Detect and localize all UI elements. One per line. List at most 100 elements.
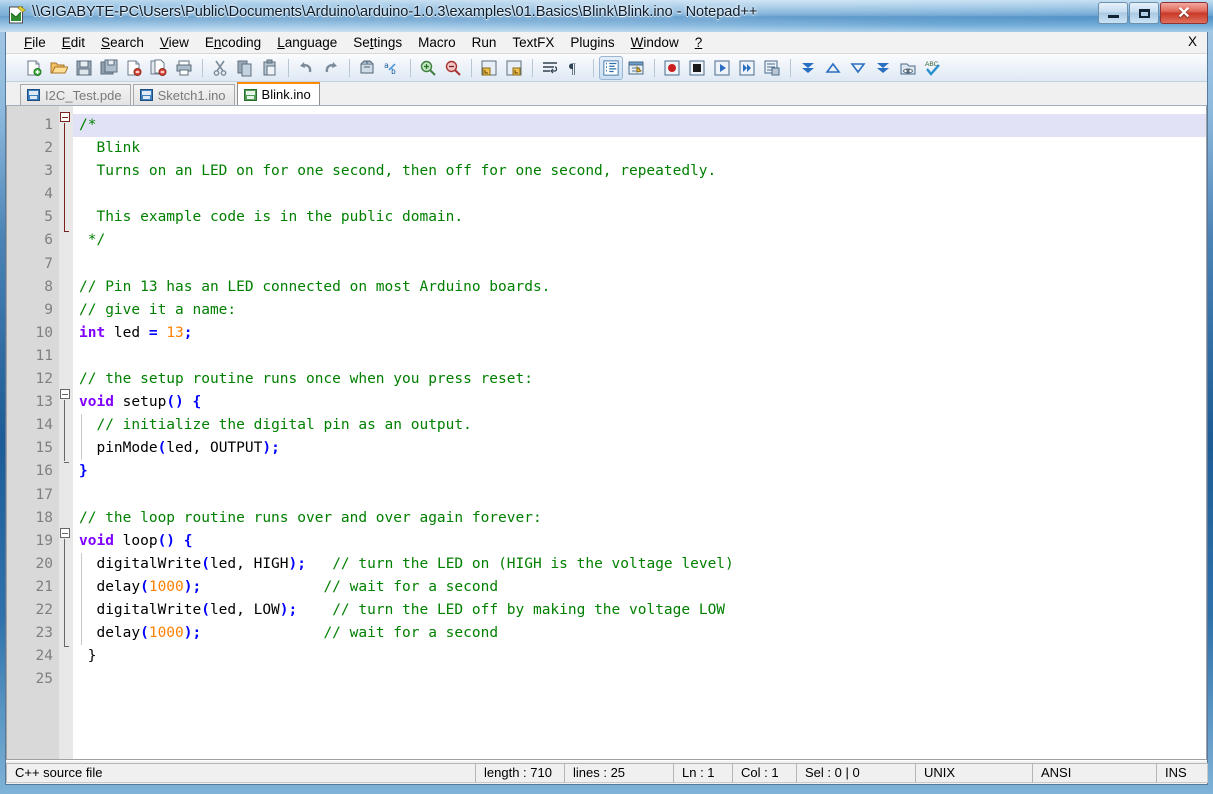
tab-label: I2C_Test.pde <box>45 87 122 103</box>
fold-end-marker <box>64 461 69 463</box>
minimize-button[interactable] <box>1098 2 1128 24</box>
sync-horizontal-scrolling-icon[interactable] <box>502 56 526 80</box>
code-line[interactable] <box>73 253 1206 276</box>
code-line[interactable]: void setup() { <box>73 391 1206 414</box>
code-line[interactable]: pinMode(led, OUTPUT); <box>73 437 1206 460</box>
run-macro-multiple-icon[interactable] <box>735 56 759 80</box>
save-icon[interactable] <box>72 56 96 80</box>
line-number: 14 <box>35 417 53 434</box>
word-wrap-icon[interactable] <box>538 56 562 80</box>
indent-guideline-icon[interactable] <box>599 55 623 80</box>
record-macro-icon[interactable] <box>660 56 684 80</box>
maximize-button[interactable] <box>1129 2 1159 24</box>
menu-edit[interactable]: Edit <box>54 33 93 52</box>
bookmark-last-icon[interactable] <box>871 56 895 80</box>
paste-icon[interactable] <box>258 56 282 80</box>
code-line[interactable]: /* <box>73 114 1206 138</box>
fold-toggle-icon[interactable] <box>60 112 70 122</box>
menu-settings[interactable]: Settings <box>345 33 410 52</box>
bookmark-prev-icon[interactable] <box>821 56 845 80</box>
bookmark-first-icon[interactable] <box>796 56 820 80</box>
code-line[interactable] <box>73 484 1206 507</box>
menu-language[interactable]: Language <box>269 33 345 52</box>
redo-icon[interactable] <box>319 56 343 80</box>
close-file-icon[interactable] <box>122 56 146 80</box>
replace-icon[interactable]: ab <box>380 56 404 80</box>
code-token-operator: ); <box>279 601 298 618</box>
undo-icon[interactable] <box>294 56 318 80</box>
status-encoding[interactable]: ANSI <box>1032 762 1157 783</box>
status-insert-mode[interactable]: INS <box>1156 762 1208 783</box>
fold-end-marker <box>64 646 69 648</box>
menu-file[interactable]: File <box>16 33 54 52</box>
close-all-files-icon[interactable] <box>147 56 171 80</box>
window-controls: ✕ <box>1097 2 1208 26</box>
fold-margin[interactable] <box>59 106 73 759</box>
sync-vertical-scrolling-icon[interactable] <box>477 56 501 80</box>
code-line[interactable]: // Pin 13 has an LED connected on most A… <box>73 276 1206 299</box>
close-button[interactable]: ✕ <box>1160 2 1208 24</box>
user-defined-dialog-icon[interactable] <box>624 56 648 80</box>
code-line[interactable]: delay(1000); // wait for a second <box>73 622 1206 645</box>
code-line[interactable]: } <box>73 460 1206 483</box>
menu-search[interactable]: Search <box>93 33 152 52</box>
find-icon[interactable] <box>355 56 379 80</box>
menu-plugins[interactable]: Plugins <box>562 33 622 52</box>
code-line[interactable]: int led = 13; <box>73 322 1206 345</box>
code-line[interactable] <box>73 183 1206 206</box>
new-file-icon[interactable] <box>22 56 46 80</box>
code-line[interactable] <box>73 345 1206 368</box>
title-bar[interactable]: \\GIGABYTE-PC\Users\Public\Documents\Ard… <box>0 0 1213 32</box>
fold-toggle-icon[interactable] <box>60 389 70 400</box>
remove-bookmarks-icon[interactable] <box>896 56 920 80</box>
tab-blink[interactable]: Blink.ino <box>236 82 320 105</box>
code-line[interactable]: } <box>73 645 1206 668</box>
fold-toggle-icon[interactable] <box>60 527 70 538</box>
menu-window[interactable]: Window <box>623 33 687 52</box>
code-line[interactable]: // give it a name: <box>73 299 1206 322</box>
code-line[interactable]: delay(1000); // wait for a second <box>73 576 1206 599</box>
tab-i2c-test[interactable]: I2C_Test.pde <box>20 84 131 105</box>
menu-help[interactable]: ? <box>687 33 711 52</box>
code-text-area[interactable]: /* Blink Turns on an LED on for one seco… <box>73 106 1206 759</box>
code-line[interactable]: This example code is in the public domai… <box>73 206 1206 229</box>
code-line[interactable]: Turns on an LED on for one second, then … <box>73 160 1206 183</box>
menu-bar: File Edit Search View Encoding Language … <box>6 32 1207 54</box>
status-eol[interactable]: UNIX <box>915 762 1033 783</box>
spell-check-icon[interactable]: ABC <box>921 56 945 80</box>
close-document-button[interactable]: X <box>1188 34 1197 49</box>
code-line[interactable]: */ <box>73 229 1206 252</box>
open-file-icon[interactable] <box>47 56 71 80</box>
show-all-characters-icon[interactable]: ¶ <box>563 56 587 80</box>
save-macro-icon[interactable] <box>760 56 784 80</box>
code-line[interactable]: // the setup routine runs once when you … <box>73 368 1206 391</box>
zoom-out-icon[interactable] <box>441 56 465 80</box>
line-number: 9 <box>44 301 53 318</box>
save-all-icon[interactable] <box>97 56 121 80</box>
code-token-comment: // the setup routine runs once when you … <box>79 371 533 388</box>
code-line[interactable]: Blink <box>73 137 1206 160</box>
menu-run[interactable]: Run <box>464 33 505 52</box>
editor-area[interactable]: 1 2 3 4 5 6 7 8 9 10 11 12 13 14 15 16 17 18 19 20 21 22 23 24 2… <box>6 106 1207 760</box>
print-icon[interactable] <box>172 56 196 80</box>
code-line[interactable] <box>73 668 1206 691</box>
code-line[interactable]: digitalWrite(led, HIGH); // turn the LED… <box>73 553 1206 576</box>
code-token-keyword: int <box>79 324 106 341</box>
code-line[interactable]: // initialize the digital pin as an outp… <box>73 414 1206 437</box>
menu-textfx[interactable]: TextFX <box>504 33 562 52</box>
copy-icon[interactable] <box>233 56 257 80</box>
menu-macro[interactable]: Macro <box>410 33 464 52</box>
menu-view[interactable]: View <box>152 33 197 52</box>
menu-encoding[interactable]: Encoding <box>197 33 269 52</box>
code-line[interactable]: digitalWrite(led, LOW); // turn the LED … <box>73 599 1206 622</box>
code-token-comment: // the loop routine runs over and over a… <box>79 509 542 526</box>
stop-macro-icon[interactable] <box>685 56 709 80</box>
play-macro-icon[interactable] <box>710 56 734 80</box>
code-line[interactable]: // the loop routine runs over and over a… <box>73 507 1206 530</box>
tab-sketch1[interactable]: Sketch1.ino <box>132 84 235 105</box>
zoom-in-icon[interactable] <box>416 56 440 80</box>
line-number: 3 <box>44 163 53 180</box>
code-line[interactable]: void loop() { <box>73 530 1206 553</box>
cut-icon[interactable] <box>208 56 232 80</box>
bookmark-next-icon[interactable] <box>846 56 870 80</box>
